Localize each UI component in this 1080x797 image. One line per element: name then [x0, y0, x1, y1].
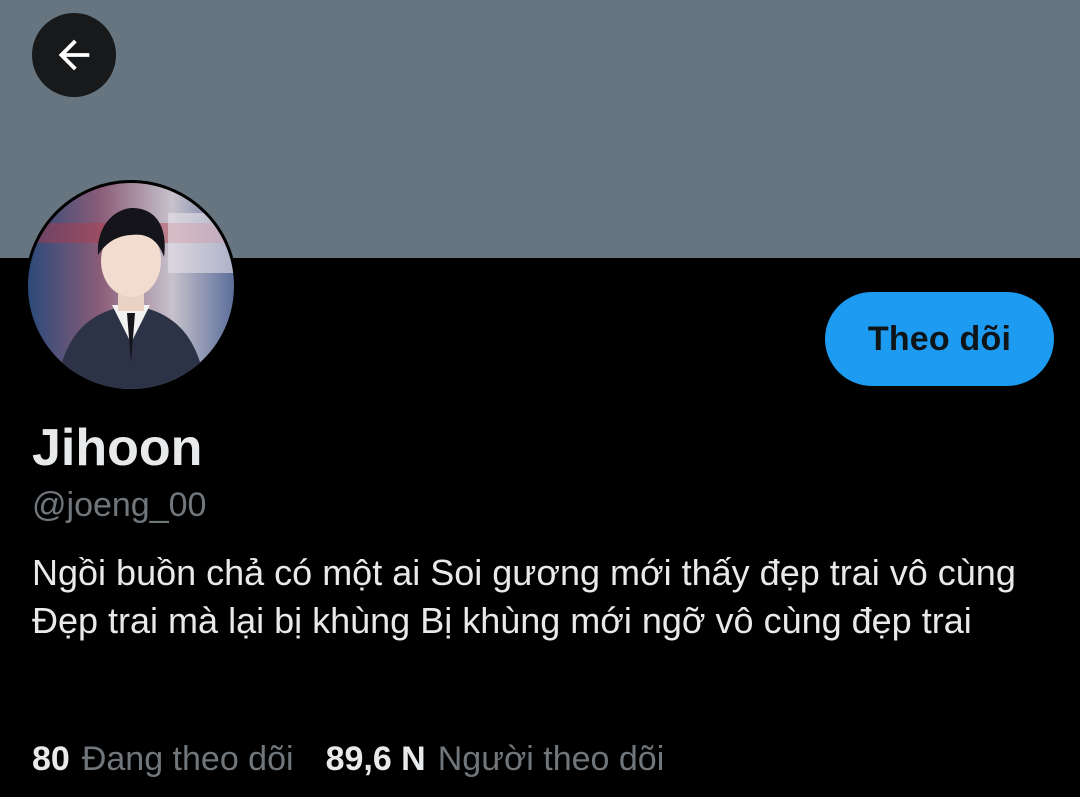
follow-button-label: Theo dõi: [867, 319, 1012, 358]
avatar[interactable]: [25, 180, 237, 392]
avatar-photo: [28, 183, 234, 389]
profile-stats: 80 Đang theo dõi 89,6 N Người theo dõi: [32, 737, 664, 781]
followers-label: Người theo dõi: [437, 740, 665, 778]
profile-bio: Ngồi buồn chả có một ai Soi gương mới th…: [32, 552, 1016, 641]
arrow-left-icon: [58, 39, 90, 71]
following-label: Đang theo dõi: [81, 740, 294, 778]
followers-link[interactable]: 89,6 N Người theo dõi: [326, 737, 665, 781]
profile-handle: @joeng_00: [32, 486, 207, 524]
following-count: 80: [32, 740, 70, 778]
back-button[interactable]: [32, 13, 116, 97]
follow-button[interactable]: Theo dõi: [825, 292, 1054, 386]
profile-screen: Theo dõi Jihoon @joeng_00 Ngồi buồn chả …: [0, 0, 1080, 797]
followers-count: 89,6 N: [325, 740, 426, 778]
following-link[interactable]: 80 Đang theo dõi: [32, 737, 294, 781]
profile-display-name: Jihoon: [32, 419, 203, 477]
